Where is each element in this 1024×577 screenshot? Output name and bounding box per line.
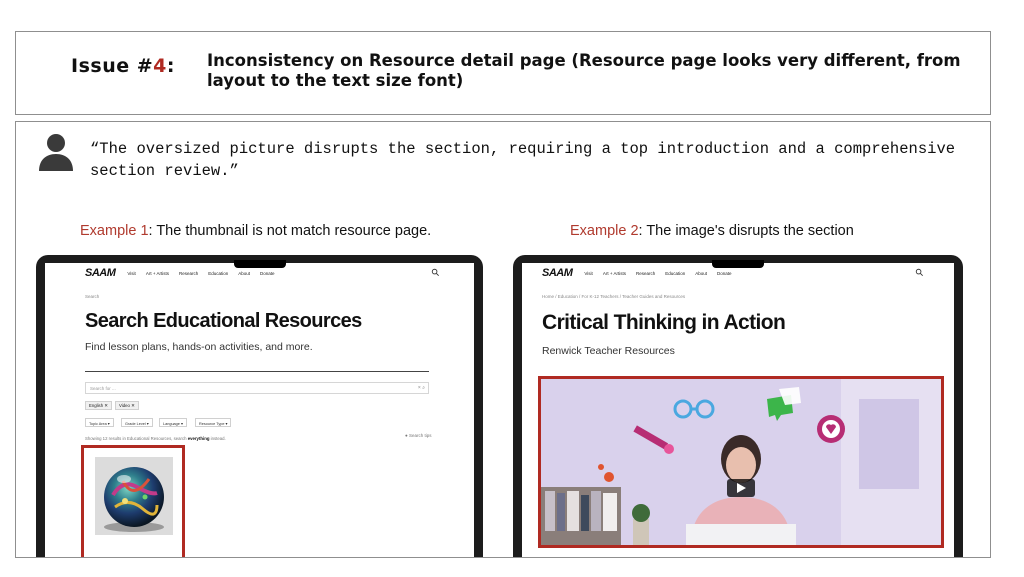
search-placeholder: Search for ... (90, 386, 116, 391)
issue-number: 4 (153, 55, 167, 77)
example-2-number: 2 (630, 223, 639, 239)
search-tips-link[interactable]: ● Search tips (405, 433, 431, 438)
user-icon (39, 134, 73, 171)
page-subtitle: Renwick Teacher Resources (542, 345, 675, 357)
example-2-text: : The image's disrupts the section (638, 223, 854, 239)
nav-education[interactable]: Education (665, 271, 685, 276)
filter-chip-english[interactable]: English ✕ (85, 401, 112, 410)
saam-logo[interactable]: SAAM (85, 267, 116, 279)
example-1-word: Example (80, 223, 137, 239)
search-resources-screen: SAAM Visit Art + Artists Research Educat… (45, 263, 474, 557)
issue-label-prefix: Issue # (71, 55, 154, 77)
example-1-caption: Example 1: The thumbnail is not match re… (80, 223, 431, 239)
search-icon[interactable] (915, 268, 924, 277)
laptop-mockup-1: SAAM Visit Art + Artists Research Educat… (36, 255, 483, 557)
example-2-word: Example (570, 223, 627, 239)
grade-level-dropdown[interactable]: Grade Level ▾ (121, 418, 153, 427)
camera-notch (712, 260, 764, 268)
nav-about[interactable]: About (238, 271, 250, 276)
nav-about[interactable]: About (695, 271, 707, 276)
example-1-text: : The thumbnail is not match resource pa… (148, 223, 432, 239)
results-suffix: instead. (209, 436, 226, 441)
divider (85, 371, 429, 372)
video-player[interactable] (541, 379, 941, 545)
user-quote: “The oversized picture disrupts the sect… (90, 140, 956, 180)
breadcrumb[interactable]: Home / Education / For K-12 Teachers / T… (542, 294, 685, 299)
nav-visit[interactable]: Visit (584, 271, 592, 276)
camera-notch (233, 260, 286, 268)
page-title: Search Educational Resources (85, 310, 362, 332)
nav-donate[interactable]: Donate (260, 271, 275, 276)
search-input[interactable]: Search for ... × ⌕ (85, 382, 429, 394)
heart-badge-icon (817, 415, 845, 443)
search-submit-icon[interactable]: × ⌕ (418, 385, 425, 391)
feedback-panel: “The oversized picture disrupts the sect… (15, 121, 991, 558)
example-1-number: 1 (140, 223, 149, 239)
page-title: Critical Thinking in Action (542, 311, 786, 334)
issue-label-suffix: : (166, 55, 175, 77)
nav-education[interactable]: Education (208, 271, 228, 276)
issue-header: Issue #4: Inconsistency on Resource deta… (15, 31, 991, 115)
topic-area-dropdown[interactable]: Topic Area ▾ (85, 418, 114, 427)
glass-sphere-thumbnail[interactable] (95, 457, 173, 535)
search-tips-label: Search tips (408, 433, 432, 438)
nav-research[interactable]: Research (179, 271, 198, 276)
nav-art-artists[interactable]: Art + Artists (146, 271, 169, 276)
nav-visit[interactable]: Visit (127, 271, 135, 276)
thumbnail-highlight (81, 445, 185, 557)
play-button-icon (727, 479, 755, 497)
results-summary: Showing 12 results in Educational Resour… (85, 436, 226, 441)
saam-logo[interactable]: SAAM (542, 267, 573, 279)
nav-donate[interactable]: Donate (717, 271, 732, 276)
resource-detail-screen: SAAM Visit Art + Artists Research Educat… (522, 263, 954, 557)
issue-description: Inconsistency on Resource detail page (R… (207, 51, 961, 90)
nav-research[interactable]: Research (636, 271, 655, 276)
search-icon[interactable] (431, 268, 440, 277)
video-highlight (538, 376, 944, 548)
issue-label: Issue #4: (71, 55, 175, 77)
page-subtitle: Find lesson plans, hands-on activities, … (85, 341, 313, 353)
search-everything-link[interactable]: everything (188, 436, 210, 441)
results-text: Showing 12 results in Educational Resour… (85, 436, 188, 441)
language-dropdown[interactable]: Language ▾ (159, 418, 187, 427)
nav-art-artists[interactable]: Art + Artists (603, 271, 626, 276)
breadcrumb[interactable]: Search (85, 294, 99, 299)
resource-type-dropdown[interactable]: Resource Type ▾ (195, 418, 232, 427)
example-2-caption: Example 2: The image's disrupts the sect… (570, 223, 854, 239)
filter-chip-video[interactable]: Video ✕ (115, 401, 139, 410)
laptop-mockup-2: SAAM Visit Art + Artists Research Educat… (513, 255, 963, 557)
